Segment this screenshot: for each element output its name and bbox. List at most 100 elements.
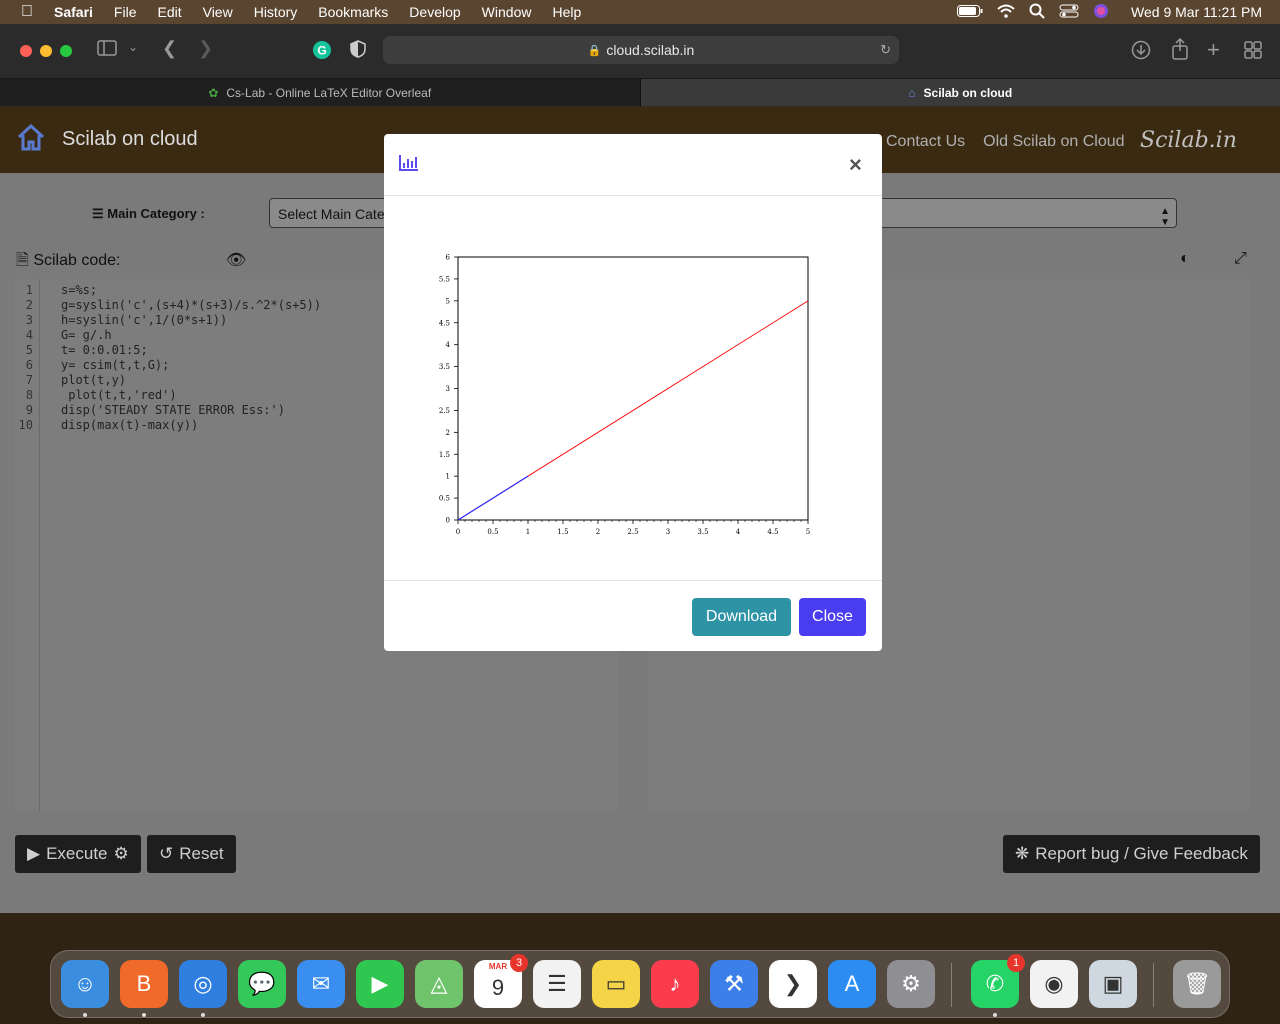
dock-music[interactable]: ♪: [651, 960, 699, 1008]
dock-messages[interactable]: 💬: [238, 960, 286, 1008]
fullscreen-icon[interactable]: ⤢: [1234, 250, 1247, 268]
site-home-icon[interactable]: [16, 122, 46, 157]
tab-overleaf[interactable]: ✿ Cs-Lab - Online LaTeX Editor Overleaf: [0, 79, 640, 106]
menu-app-name[interactable]: Safari: [54, 4, 93, 20]
safari-icon: ◎: [193, 971, 213, 996]
dock-finder[interactable]: ☺: [61, 960, 109, 1008]
code-line: 3 h=syslin('c',1/(0*s+1)): [25, 313, 228, 327]
dock-notes[interactable]: ▭: [592, 960, 640, 1008]
close-window-button[interactable]: [20, 45, 32, 57]
nav-old-scilab[interactable]: Old Scilab on Cloud: [983, 133, 1124, 151]
wifi-icon[interactable]: [997, 4, 1015, 21]
close-icon[interactable]: ×: [849, 152, 862, 178]
menu-history[interactable]: History: [254, 4, 298, 20]
menu-edit[interactable]: Edit: [157, 4, 181, 20]
code-line: 8 plot(t,t,'red'): [25, 388, 177, 402]
code-line: 10 disp(max(t)-max(y)): [18, 418, 199, 432]
dock-vscode[interactable]: ❯: [769, 960, 817, 1008]
plot-area: [457, 256, 809, 521]
menu-bookmarks[interactable]: Bookmarks: [318, 4, 388, 20]
y-tick-label: 2.5: [439, 407, 450, 415]
zoom-window-button[interactable]: [60, 45, 72, 57]
spotlight-search-icon[interactable]: [1029, 3, 1045, 22]
dock-separator: [951, 963, 952, 1007]
dock-facetime[interactable]: ▶: [356, 960, 404, 1008]
grammarly-icon[interactable]: G: [312, 40, 332, 65]
menu-file[interactable]: File: [114, 4, 137, 20]
bar-chart-icon: [399, 154, 419, 177]
siri-icon[interactable]: [1093, 3, 1109, 22]
x-tick-label: 4.5: [767, 528, 778, 536]
address-bar[interactable]: 🔒 cloud.scilab.in ↻: [383, 36, 899, 64]
reload-icon[interactable]: ↻: [880, 42, 891, 58]
dock-system-preferences[interactable]: ⚙: [887, 960, 935, 1008]
dock-reminders[interactable]: ☰: [533, 960, 581, 1008]
code-line: 5 t= 0:0.01:5;: [25, 343, 148, 357]
modal-footer: Download Close: [384, 580, 882, 651]
contrast-toggle-icon[interactable]: ◐: [1180, 250, 1190, 268]
x-tick-label: 2: [596, 528, 600, 536]
dock-calendar[interactable]: MAR 9 3: [474, 954, 528, 1008]
dock-brave[interactable]: B: [120, 960, 168, 1008]
menu-view[interactable]: View: [203, 4, 233, 20]
code-line: 2 g=syslin('c',(s+4)*(s+3)/s.^2*(s+5)): [25, 298, 322, 312]
share-icon[interactable]: [1171, 37, 1189, 65]
calendar-icon: 9: [491, 975, 505, 1000]
menu-help[interactable]: Help: [552, 4, 581, 20]
minimize-window-button[interactable]: [40, 45, 52, 57]
dock-mail[interactable]: ✉: [297, 960, 345, 1008]
dock-xcode[interactable]: ⚒: [710, 960, 758, 1008]
file-code-icon: 🗎: [16, 252, 29, 269]
execute-button[interactable]: ▶ Execute ⚙: [15, 835, 141, 873]
tab-scilab[interactable]: ⌂ Scilab on cloud: [639, 79, 1280, 106]
nav-contact-us[interactable]: Contact Us: [886, 133, 965, 151]
scilab-code-label: 🗎 Scilab code:: [16, 252, 121, 269]
safari-toolbar: ⌄ ❮ ❯ G 🔒 cloud.scilab.in ↻ + ✿ Cs-Lab -…: [0, 24, 1280, 106]
report-bug-button[interactable]: ❋ Report bug / Give Feedback: [1003, 835, 1260, 873]
site-title[interactable]: Scilab on cloud: [62, 128, 198, 151]
new-tab-icon[interactable]: +: [1207, 37, 1220, 63]
url-text: cloud.scilab.in: [606, 42, 695, 58]
y-tick-label: 0.5: [439, 495, 450, 503]
apple-menu-icon[interactable]: : [0, 3, 54, 21]
y-tick-label: 2: [446, 429, 450, 437]
dock-trash[interactable]: 🗑: [1173, 960, 1221, 1008]
dock-whatsapp[interactable]: ✆ 1: [971, 954, 1025, 1008]
y-tick-label: 0: [446, 517, 450, 525]
eye-icon[interactable]: 👁: [226, 250, 246, 270]
dock-separator: [1153, 963, 1154, 1007]
tab-label: Scilab on cloud: [923, 85, 1013, 100]
xcode-icon: ⚒: [724, 971, 744, 996]
tab-overview-icon[interactable]: [1244, 41, 1262, 64]
running-indicator: [142, 1013, 146, 1017]
chrome-icon: ◉: [1044, 971, 1064, 996]
downloads-icon[interactable]: [1131, 40, 1151, 65]
dock-safari[interactable]: ◎: [179, 960, 227, 1008]
privacy-shield-icon[interactable]: [350, 40, 366, 63]
x-tick-label: 4: [736, 528, 741, 536]
battery-icon[interactable]: [957, 4, 983, 20]
scilab-logo[interactable]: Scilab.in: [1140, 128, 1237, 153]
sidebar-toggle-icon[interactable]: [97, 40, 117, 61]
reset-button[interactable]: ↺ Reset: [147, 835, 236, 873]
dock-maps[interactable]: ◬: [415, 960, 463, 1008]
dock-chrome[interactable]: ◉: [1030, 960, 1078, 1008]
forward-icon[interactable]: ❯: [198, 38, 213, 59]
running-indicator: [83, 1013, 87, 1017]
download-button[interactable]: Download: [692, 598, 791, 636]
dock-appstore[interactable]: A: [828, 960, 876, 1008]
plot-modal: × 0 0.5 1 1.5 2 2.5 3 3.5 4 4.5 5 0 0.5 1 1.5 2 2.5 3 3.5 4…: [384, 134, 882, 651]
menu-clock[interactable]: Wed 9 Mar 11:21 PM: [1131, 4, 1262, 20]
overleaf-icon: ✿: [208, 85, 219, 100]
menu-window[interactable]: Window: [482, 4, 532, 20]
control-center-icon[interactable]: [1059, 3, 1079, 22]
back-icon[interactable]: ❮: [162, 38, 177, 59]
facetime-icon: ▶: [371, 971, 389, 996]
close-button[interactable]: Close: [799, 598, 866, 636]
code-line: 4 G= g/.h: [25, 328, 112, 342]
chevron-down-icon[interactable]: ⌄: [128, 40, 138, 54]
dock-preview[interactable]: ▣: [1089, 960, 1137, 1008]
y-tick-label: 3.5: [439, 363, 450, 371]
preview-icon: ▣: [1102, 971, 1124, 996]
menu-develop[interactable]: Develop: [409, 4, 460, 20]
